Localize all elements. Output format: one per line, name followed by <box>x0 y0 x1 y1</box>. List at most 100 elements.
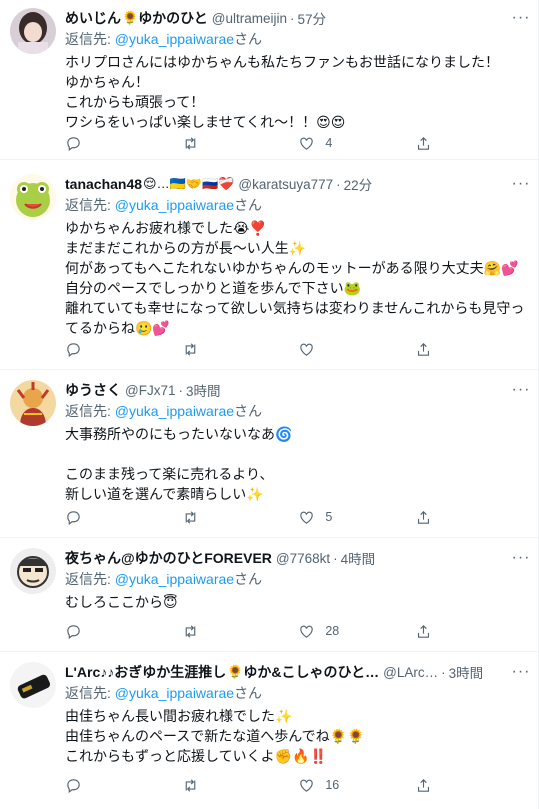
user-handle[interactable]: @FJx71 <box>125 383 175 398</box>
tweet-line: ゆかちゃん！ <box>65 74 149 90</box>
name-emoji: 🌻 <box>122 10 139 25</box>
reply-suffix: さん <box>234 403 263 419</box>
reply-prefix: 返信先: <box>65 571 111 587</box>
share-button[interactable] <box>415 623 435 640</box>
reply-button[interactable] <box>65 623 145 640</box>
avatar[interactable] <box>10 548 56 594</box>
share-button[interactable] <box>415 341 435 358</box>
reply-prefix: 返信先: <box>65 403 111 419</box>
more-options-icon[interactable]: ··· <box>510 380 532 400</box>
timestamp[interactable]: 3時間 <box>449 662 484 682</box>
heart-icon <box>300 779 314 792</box>
display-name[interactable]: tanachan48 <box>65 176 142 192</box>
display-name[interactable]: めいじん <box>65 8 121 28</box>
timestamp[interactable]: 22分 <box>344 174 373 194</box>
tweet-line: このまま残って楽に売れるより、 <box>65 466 274 482</box>
user-handle[interactable]: @karatsuya777 <box>238 177 333 192</box>
avatar[interactable] <box>10 8 56 54</box>
display-name-suffix[interactable]: ゆかのひと <box>138 8 208 28</box>
reply-suffix: さん <box>234 571 263 587</box>
share-icon <box>417 778 429 792</box>
reply-button[interactable] <box>65 509 145 526</box>
reply-icon <box>67 778 80 793</box>
reply-button[interactable] <box>65 777 145 794</box>
tweet-line: これからもずっと応援していくよ✊🔥‼️ <box>65 748 327 764</box>
more-options-icon[interactable]: ··· <box>510 174 532 194</box>
more-options-icon[interactable]: ··· <box>510 8 532 28</box>
avatar[interactable] <box>10 662 56 708</box>
heart-icon <box>300 137 314 150</box>
more-options-icon[interactable]: ··· <box>510 662 532 682</box>
reply-button[interactable] <box>65 135 145 152</box>
retweet-button[interactable] <box>182 623 262 640</box>
heart-icon <box>300 511 314 524</box>
display-name[interactable]: 夜ちゃん@ゆかのひとFOREVER <box>65 548 272 568</box>
like-button[interactable] <box>298 341 378 358</box>
name-emoji: 🌻 <box>227 664 244 679</box>
user-handle[interactable]: @ultrameijin <box>212 11 287 26</box>
retweet-icon <box>185 136 195 150</box>
display-name[interactable]: L'Arc♪♪おぎゆか生涯推し <box>65 662 226 682</box>
tweet-line: まだまだこれからの方が長〜い人生✨ <box>65 240 307 256</box>
timestamp[interactable]: 57分 <box>298 8 327 28</box>
like-count: 5 <box>325 510 333 524</box>
tweet[interactable]: めいじん 🌻 ゆかのひと @ultrameijin · 57分 返信先: @yu… <box>0 0 538 160</box>
tweet-line: 由佳ちゃん長い間お疲れ様でした✨ <box>65 708 293 724</box>
share-icon <box>417 342 429 356</box>
avatar[interactable] <box>10 174 56 220</box>
separator-dot: · <box>178 382 183 398</box>
tweet-line: ホリプロさんにはゆかちゃんも私たちファンもお世話になりました！ <box>65 54 499 70</box>
like-button[interactable]: 4 <box>298 135 378 152</box>
reply-context: 返信先: @yuka_ippaiwaraeさん <box>65 195 526 215</box>
share-button[interactable] <box>415 509 435 526</box>
reply-mention-link[interactable]: @yuka_ippaiwarae <box>115 403 234 419</box>
tweet-line: ワシらをいっぱい楽しませてくれ〜！！😍😍 <box>65 114 346 130</box>
like-button[interactable]: 5 <box>298 509 378 526</box>
like-count: 28 <box>325 624 340 638</box>
tweet-line: むしろここから😇 <box>65 594 178 610</box>
timestamp[interactable]: 3時間 <box>186 380 221 400</box>
reply-suffix: さん <box>234 685 263 701</box>
reply-prefix: 返信先: <box>65 31 111 47</box>
like-button[interactable]: 16 <box>298 777 378 794</box>
retweet-button[interactable] <box>182 341 262 358</box>
reply-icon <box>67 136 80 151</box>
tweet-text: 由佳ちゃん長い間お疲れ様でした✨ 由佳ちゃんのペースで新たな道へ歩んでね🌻🌻 こ… <box>65 706 526 766</box>
avatar[interactable] <box>10 380 56 426</box>
reply-button[interactable] <box>65 341 145 358</box>
share-button[interactable] <box>415 135 435 152</box>
tweet[interactable]: tanachan48 😌…🇺🇦🤝🇷🇺❤️‍🩹 @karatsuya777 · 2… <box>0 160 538 370</box>
tweet[interactable]: L'Arc♪♪おぎゆか生涯推し 🌻 ゆか&こしゃのひと… @LArc… · 3時… <box>0 652 538 809</box>
reply-context: 返信先: @yuka_ippaiwaraeさん <box>65 569 526 589</box>
retweet-icon <box>185 778 195 792</box>
tweet[interactable]: ゆうさく @FJx71 · 3時間 返信先: @yuka_ippaiwaraeさ… <box>0 370 538 538</box>
retweet-button[interactable] <box>182 135 262 152</box>
heart-icon <box>300 625 314 638</box>
more-options-icon[interactable]: ··· <box>510 548 532 568</box>
display-name[interactable]: ゆうさく <box>65 380 121 400</box>
timestamp[interactable]: 4時間 <box>341 548 376 568</box>
tweet[interactable]: 夜ちゃん@ゆかのひとFOREVER @7768kt · 4時間 返信先: @yu… <box>0 538 538 652</box>
reply-mention-link[interactable]: @yuka_ippaiwarae <box>115 685 234 701</box>
reply-mention-link[interactable]: @yuka_ippaiwarae <box>115 571 234 587</box>
share-icon <box>417 510 429 524</box>
tweet-line: 大事務所やのにもったいないなあ🌀 <box>65 426 293 442</box>
display-name-suffix[interactable]: ゆか&こしゃのひと… <box>243 662 379 682</box>
tweet-line: 離れていても幸せになって欲しい気持ちは変わりませんこれからも見守ってるからね🥲💕 <box>65 300 525 336</box>
share-button[interactable] <box>415 777 435 794</box>
like-count: 4 <box>325 136 333 150</box>
user-handle[interactable]: @7768kt <box>276 551 330 566</box>
reply-mention-link[interactable]: @yuka_ippaiwarae <box>115 197 234 213</box>
like-button[interactable]: 28 <box>298 623 378 640</box>
reply-context: 返信先: @yuka_ippaiwaraeさん <box>65 683 526 703</box>
retweet-button[interactable] <box>182 509 262 526</box>
tweet-line: 由佳ちゃんのペースで新たな道へ歩んでね🌻🌻 <box>65 728 365 744</box>
retweet-button[interactable] <box>182 777 262 794</box>
tweet-line: これからも頑張って！ <box>65 94 205 110</box>
reply-context: 返信先: @yuka_ippaiwaraeさん <box>65 29 526 49</box>
reply-icon <box>67 510 80 525</box>
retweet-icon <box>185 342 195 356</box>
user-handle[interactable]: @LArc… <box>383 665 438 680</box>
tweet-line: 新しい道を選んで素晴らしい✨ <box>65 486 264 502</box>
reply-mention-link[interactable]: @yuka_ippaiwarae <box>115 31 234 47</box>
